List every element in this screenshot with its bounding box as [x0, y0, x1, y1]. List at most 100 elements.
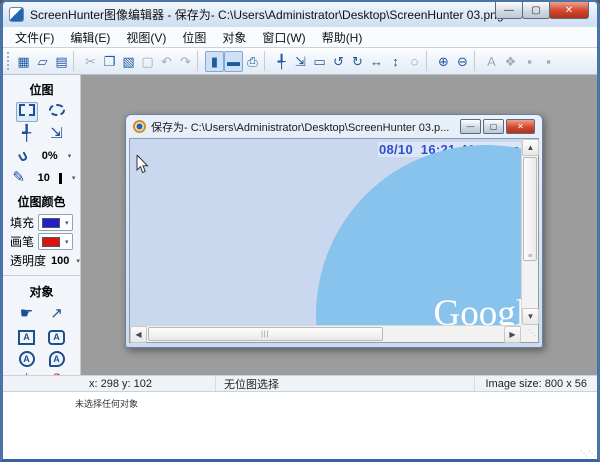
fill-color-picker[interactable]: ▾: [38, 214, 73, 231]
text-box-tool[interactable]: A: [16, 326, 38, 346]
document-maximize-button[interactable]: ▢: [483, 119, 504, 134]
arrow-line-icon: ↗: [50, 305, 63, 322]
screenhunter-editor-window: ScreenHunter图像编辑器 - 保存为- C:\Users\Admini…: [0, 0, 600, 462]
document-window: 保存为- C:\Users\Administrator\Desktop\Scre…: [125, 114, 543, 348]
main-area: 位图 ╃ ⇲ ∪ 0% ▾ ✎ 10 ▾ 位图颜色 填充 ▾ 画笔 ▾ 透明度 …: [3, 75, 597, 375]
scroll-right-icon[interactable]: ▶: [504, 326, 521, 343]
select-all-icon[interactable]: ▢: [138, 51, 157, 72]
resize-grip-icon[interactable]: ⋱⋱: [580, 449, 596, 458]
object-properties-panel: 未选择任何对象 ⋱⋱: [3, 391, 597, 459]
rect-select-tool[interactable]: [15, 102, 38, 122]
text-box-icon: A: [18, 329, 35, 345]
border-icon[interactable]: ▭: [310, 51, 329, 72]
free-rotate-icon[interactable]: ◌: [405, 51, 424, 72]
circle-text-tool[interactable]: A: [16, 348, 38, 368]
rotate-left-icon[interactable]: ↺: [329, 51, 348, 72]
maximize-button[interactable]: ▢: [522, 2, 550, 19]
undo-icon[interactable]: ↶: [157, 51, 176, 72]
horizontal-scroll-thumb[interactable]: |||: [148, 327, 383, 341]
zoom-in-icon[interactable]: ⊕: [434, 51, 453, 72]
copy-icon[interactable]: ❐: [100, 51, 119, 72]
pencil-size-dropdown-icon[interactable]: ▾: [72, 174, 76, 182]
menu-object[interactable]: 对象: [214, 27, 254, 48]
rect-marquee-icon: [18, 104, 35, 116]
cut-icon[interactable]: ✂: [81, 51, 100, 72]
rotate-right-icon[interactable]: ↻: [348, 51, 367, 72]
minimize-button[interactable]: —: [495, 2, 523, 19]
menu-window[interactable]: 窗口(W): [254, 27, 313, 48]
close-button[interactable]: ✕: [549, 2, 589, 19]
object-rect-icon[interactable]: ▪: [520, 51, 539, 72]
capture-icon[interactable]: ▦: [14, 51, 33, 72]
callout-icon: A: [48, 351, 65, 367]
split-vertical-icon[interactable]: ▮: [205, 50, 224, 72]
object-square-icon[interactable]: ▪: [539, 51, 558, 72]
text-tool-icon[interactable]: A: [482, 51, 501, 72]
menu-view[interactable]: 视图(V): [118, 27, 174, 48]
resize-icon: ⇲: [50, 125, 63, 142]
flip-vertical-icon[interactable]: ↕: [386, 51, 405, 72]
menu-edit[interactable]: 编辑(E): [62, 27, 118, 48]
fill-tool[interactable]: ∪: [12, 146, 34, 166]
resize-icon[interactable]: ⇲: [291, 51, 310, 72]
tool-sidebar: 位图 ╃ ⇲ ∪ 0% ▾ ✎ 10 ▾ 位图颜色 填充 ▾ 画笔 ▾ 透明度 …: [3, 75, 81, 375]
bitmap-color-section-title: 位图颜色: [17, 195, 66, 209]
bitmap-section-title: 位图: [29, 83, 54, 97]
redo-icon[interactable]: ↷: [176, 51, 195, 72]
print-icon[interactable]: ⎙: [243, 51, 262, 72]
save-icon[interactable]: ▤: [52, 51, 71, 72]
pencil-size-caret: [58, 172, 62, 184]
rounded-text-box-icon: A: [48, 329, 65, 345]
menu-help[interactable]: 帮助(H): [314, 27, 371, 48]
scroll-down-icon[interactable]: ▼: [522, 308, 539, 325]
vertical-scroll-thumb[interactable]: ≡: [523, 157, 537, 262]
pencil-tool[interactable]: ✎: [8, 168, 30, 188]
menu-bitmap[interactable]: 位图: [174, 27, 214, 48]
toolbar-separator: [474, 51, 480, 71]
document-close-button[interactable]: ✕: [506, 119, 535, 134]
shapes-tool-icon[interactable]: ❖: [501, 51, 520, 72]
mouse-cursor-icon: [136, 155, 149, 174]
menu-file[interactable]: 文件(F): [7, 27, 62, 48]
toolbar-separator: [264, 51, 270, 71]
pen-color-picker[interactable]: ▾: [38, 233, 73, 250]
crop-tool[interactable]: ╃: [16, 124, 38, 144]
scrollbar-corner-grip[interactable]: ⋱: [521, 325, 538, 342]
flip-horizontal-icon[interactable]: ↔: [367, 51, 386, 72]
toolbar-grip[interactable]: [7, 52, 12, 70]
pencil-size-value[interactable]: 10: [38, 172, 50, 184]
line-arrow-tool[interactable]: ↗: [46, 304, 68, 324]
callout-tool[interactable]: A: [46, 348, 68, 368]
fill-tolerance-dropdown-icon[interactable]: ▾: [68, 152, 72, 160]
mdi-canvas: 保存为- C:\Users\Administrator\Desktop\Scre…: [81, 75, 597, 375]
status-bar: x: 298 y: 102 无位图选择 Image size: 800 x 56: [3, 375, 597, 391]
split-horizontal-icon[interactable]: ▬: [224, 50, 243, 72]
crop-icon[interactable]: ╃: [272, 51, 291, 72]
circle-text-icon: A: [18, 351, 35, 367]
document-icon: [133, 120, 146, 133]
vertical-scrollbar[interactable]: ▲ ≡ ▼: [521, 139, 539, 325]
open-icon[interactable]: ▱: [33, 51, 52, 72]
edited-image[interactable]: 08/10 16:21:41 Scree Googl: [130, 139, 521, 325]
opacity-value[interactable]: 100: [51, 255, 69, 267]
ellipse-select-tool[interactable]: [46, 102, 68, 122]
fill-color-label: 填充: [10, 216, 35, 230]
fill-tolerance-value[interactable]: 0%: [42, 150, 58, 162]
document-window-controls: — ▢ ✕: [460, 119, 535, 134]
document-minimize-button[interactable]: —: [460, 119, 481, 134]
resize-tool[interactable]: ⇲: [46, 124, 68, 144]
document-title-bar[interactable]: 保存为- C:\Users\Administrator\Desktop\Scre…: [126, 115, 542, 138]
fill-bucket-icon: ∪: [14, 146, 32, 166]
zoom-out-icon[interactable]: ⊖: [453, 51, 472, 72]
fill-color-dropdown-icon: ▾: [65, 219, 69, 227]
image-watermark-text: Googl: [433, 293, 522, 325]
paste-icon[interactable]: ▧: [119, 51, 138, 72]
opacity-dropdown-icon[interactable]: ▾: [76, 257, 80, 265]
rounded-text-box-tool[interactable]: A: [46, 326, 68, 346]
image-size-status: Image size: 800 x 56: [485, 377, 587, 390]
horizontal-scrollbar[interactable]: ◀ ||| ▶: [130, 325, 521, 343]
scroll-left-icon[interactable]: ◀: [130, 326, 147, 343]
object-select-tool[interactable]: ☛: [16, 304, 38, 324]
menu-bar: 文件(F) 编辑(E) 视图(V) 位图 对象 窗口(W) 帮助(H): [3, 27, 597, 48]
scroll-up-icon[interactable]: ▲: [522, 139, 539, 156]
